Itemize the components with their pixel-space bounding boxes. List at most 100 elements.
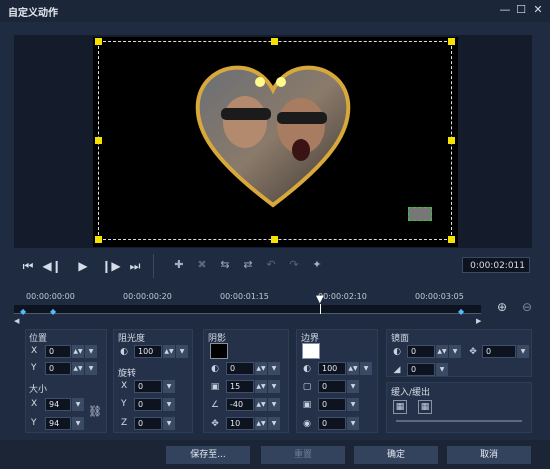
- position-x-dropdown[interactable]: ▼: [85, 345, 97, 358]
- zoom-in-icon[interactable]: ⊕: [497, 300, 507, 314]
- size-x-label: X: [31, 399, 38, 409]
- shadow-blur-input[interactable]: 15: [226, 380, 254, 393]
- border-softness-dropdown[interactable]: ▼: [347, 417, 359, 430]
- shadow-distance-input[interactable]: 10: [226, 417, 254, 430]
- opacity-spinner[interactable]: ▲▼: [163, 345, 175, 358]
- resize-handle[interactable]: [448, 236, 455, 243]
- resize-handle[interactable]: [448, 38, 455, 45]
- shadow-blur-spinner[interactable]: ▲▼: [255, 380, 267, 393]
- size-x-dropdown[interactable]: ▼: [72, 398, 84, 411]
- position-x-spinner[interactable]: ▲▼: [72, 345, 84, 358]
- shadow-angle-input[interactable]: -40: [226, 398, 254, 411]
- rotation-x-dropdown[interactable]: ▼: [163, 380, 175, 393]
- shadow-opacity-icon: ◐: [211, 364, 219, 374]
- keyframe-marker[interactable]: ◆: [458, 307, 464, 316]
- border-width-dropdown[interactable]: ▼: [347, 380, 359, 393]
- ease-slider[interactable]: [396, 420, 522, 422]
- remove-keyframe-icon[interactable]: ✖: [191, 254, 213, 276]
- position-title: 位置: [29, 334, 48, 344]
- position-y-spinner[interactable]: ▲▼: [72, 362, 84, 375]
- keyframe-options-icon[interactable]: ✦: [306, 254, 328, 276]
- border-blur-dropdown[interactable]: ▼: [347, 398, 359, 411]
- reset-button[interactable]: 重置: [261, 446, 345, 464]
- mirror-distance-input[interactable]: 0: [482, 345, 516, 358]
- next-frame-icon[interactable]: ❙▶: [100, 256, 122, 276]
- scroll-right-icon[interactable]: ▶: [476, 317, 481, 325]
- previous-keyframe-icon[interactable]: ↶: [260, 254, 282, 276]
- mirror-distance-dropdown[interactable]: ▼: [517, 345, 529, 358]
- border-softness-input[interactable]: 0: [318, 417, 346, 430]
- timecode-display[interactable]: 0:00:02:011: [462, 257, 530, 273]
- position-y-input[interactable]: 0: [45, 362, 71, 375]
- maximize-button[interactable]: ☐: [514, 3, 528, 17]
- shadow-angle-dropdown[interactable]: ▼: [268, 398, 280, 411]
- close-button[interactable]: ✕: [531, 3, 545, 17]
- play-icon[interactable]: ▶: [72, 256, 94, 276]
- shadow-distance-spinner[interactable]: ▲▼: [255, 417, 267, 430]
- rotation-z-input[interactable]: 0: [134, 417, 162, 430]
- shadow-opacity-dropdown[interactable]: ▼: [268, 362, 280, 375]
- position-x-input[interactable]: 0: [45, 345, 71, 358]
- timeline-track[interactable]: [14, 305, 481, 313]
- rotation-z-dropdown[interactable]: ▼: [163, 417, 175, 430]
- resize-handle[interactable]: [95, 137, 102, 144]
- timeline-label: 00:00:01:15: [220, 292, 269, 301]
- add-keyframe-icon[interactable]: ✚: [168, 254, 190, 276]
- mirror-opacity-spinner[interactable]: ▲▼: [436, 345, 448, 358]
- rotation-x-input[interactable]: 0: [134, 380, 162, 393]
- shadow-color-swatch[interactable]: [210, 343, 228, 359]
- opacity-dropdown[interactable]: ▼: [176, 345, 188, 358]
- keyframe-marker[interactable]: ◆: [50, 307, 56, 316]
- timeline-label: 00:00:00:00: [26, 292, 75, 301]
- ease-out-icon[interactable]: ▦: [418, 400, 432, 414]
- go-to-start-icon[interactable]: ⏮: [17, 256, 39, 276]
- shadow-opacity-spinner[interactable]: ▲▼: [255, 362, 267, 375]
- mirror-fade-dropdown[interactable]: ▼: [436, 363, 448, 376]
- border-opacity-spinner[interactable]: ▲▼: [347, 362, 359, 375]
- ease-in-icon[interactable]: ▦: [393, 400, 407, 414]
- resize-handle[interactable]: [448, 137, 455, 144]
- mirror-opacity-input[interactable]: 0: [407, 345, 435, 358]
- go-to-end-icon[interactable]: ⏭: [124, 256, 146, 276]
- shadow-distance-dropdown[interactable]: ▼: [268, 417, 280, 430]
- resize-handle[interactable]: [271, 38, 278, 45]
- ok-button[interactable]: 确定: [354, 446, 438, 464]
- opacity-title: 阻光度: [118, 334, 146, 344]
- save-to-button[interactable]: 保存至...: [166, 446, 250, 464]
- position-y-dropdown[interactable]: ▼: [85, 362, 97, 375]
- rotation-y-dropdown[interactable]: ▼: [163, 398, 175, 411]
- border-color-swatch[interactable]: [302, 343, 320, 359]
- swap-keyframes-icon[interactable]: ⇄: [237, 254, 259, 276]
- mirror-opacity-dropdown[interactable]: ▼: [449, 345, 461, 358]
- resize-handle[interactable]: [95, 38, 102, 45]
- rotation-y-input[interactable]: 0: [134, 398, 162, 411]
- timeline-label: 00:00:03:05: [415, 292, 464, 301]
- border-width-input[interactable]: 0: [318, 380, 346, 393]
- next-keyframe-icon[interactable]: ↷: [283, 254, 305, 276]
- minimize-button[interactable]: —: [498, 3, 512, 17]
- resize-handle[interactable]: [271, 236, 278, 243]
- shadow-blur-icon: ▣: [210, 382, 220, 392]
- size-y-input[interactable]: 94: [45, 417, 71, 430]
- title-bar: [0, 0, 550, 22]
- size-x-input[interactable]: 94: [45, 398, 71, 411]
- mirror-fade-input[interactable]: 0: [407, 363, 435, 376]
- shadow-opacity-input[interactable]: 0: [226, 362, 254, 375]
- border-opacity-input[interactable]: 100: [318, 362, 346, 375]
- lock-ratio-icon[interactable]: ⛓: [88, 405, 102, 418]
- border-blur-input[interactable]: 0: [318, 398, 346, 411]
- scroll-left-icon[interactable]: ◀: [14, 317, 19, 325]
- shadow-distance-icon: ✥: [211, 419, 219, 429]
- previous-frame-icon[interactable]: ◀❙: [41, 256, 63, 276]
- shadow-blur-dropdown[interactable]: ▼: [268, 380, 280, 393]
- keyframe-marker[interactable]: ◆: [20, 307, 26, 316]
- border-opacity-dropdown[interactable]: ▼: [360, 362, 372, 375]
- resize-handle[interactable]: [95, 236, 102, 243]
- size-y-dropdown[interactable]: ▼: [72, 417, 84, 430]
- secondary-object[interactable]: [408, 207, 432, 221]
- reverse-keyframes-icon[interactable]: ⇆: [214, 254, 236, 276]
- zoom-out-icon[interactable]: ⊖: [522, 300, 532, 314]
- shadow-angle-spinner[interactable]: ▲▼: [255, 398, 267, 411]
- opacity-input[interactable]: 100: [134, 345, 162, 358]
- cancel-button[interactable]: 取消: [447, 446, 531, 464]
